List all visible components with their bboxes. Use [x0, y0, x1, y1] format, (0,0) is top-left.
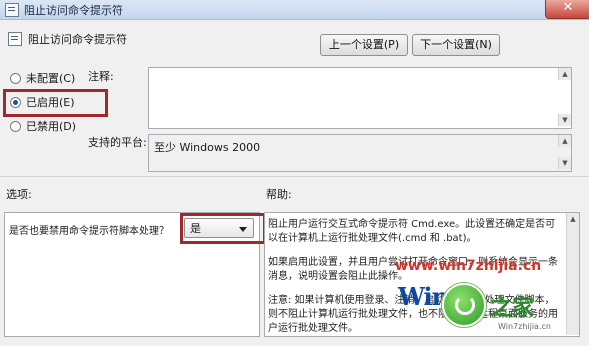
dropdown-value: 是	[190, 222, 201, 235]
help-paragraph: 阻止用户运行交互式命令提示符 Cmd.exe。此设置还确定是否可以在计算机上运行…	[268, 219, 556, 244]
radio-label: 未配置(C)	[26, 72, 76, 85]
help-scrollbar[interactable]	[566, 213, 579, 335]
platform-field: 至少 Windows 2000	[148, 134, 572, 172]
radio-button[interactable]	[10, 96, 21, 108]
policy-icon	[8, 32, 22, 46]
comment-textarea[interactable]	[148, 67, 572, 129]
comment-label: 注释:	[88, 70, 114, 83]
close-button[interactable]: ✕	[545, 0, 589, 19]
setting-title: 阻止访问命令提示符	[28, 33, 127, 46]
radio-enabled[interactable]: 已启用(E)	[10, 94, 75, 110]
chevron-down-icon	[239, 227, 247, 232]
scroll-up-icon[interactable]: ▲	[558, 135, 571, 147]
scroll-down-icon[interactable]: ▼	[558, 114, 571, 126]
script-disable-question: 是否也要禁用命令提示符脚本处理？	[9, 226, 169, 237]
scroll-up-icon[interactable]: ▲	[558, 68, 571, 80]
platform-value: 至少 Windows 2000	[154, 141, 261, 154]
platform-label: 支持的平台:	[88, 136, 147, 149]
help-section-label: 帮助:	[266, 188, 292, 201]
radio-button[interactable]	[10, 120, 21, 132]
next-setting-button[interactable]: 下一个设置(N)	[412, 34, 500, 56]
scroll-down-icon[interactable]: ▼	[558, 157, 571, 169]
radio-button[interactable]	[10, 72, 21, 84]
script-disable-dropdown[interactable]: 是	[184, 218, 254, 238]
title-bar: 阻止访问命令提示符 ✕	[0, 0, 589, 20]
options-section-label: 选项:	[6, 188, 32, 201]
watermark-logo-icon	[442, 283, 486, 327]
divider	[0, 176, 589, 177]
watermark-logo-text-cn: 之家	[490, 296, 535, 321]
watermark-url: www.win7zhijia.cn	[395, 258, 542, 274]
radio-label: 已启用(E)	[26, 96, 75, 109]
radio-disabled[interactable]: 已禁用(D)	[10, 118, 76, 134]
previous-setting-button[interactable]: 上一个设置(P)	[320, 34, 408, 56]
radio-not-configured[interactable]: 未配置(C)	[10, 70, 75, 86]
window-title: 阻止访问命令提示符	[24, 4, 123, 17]
watermark-small-url: Win7zhijia.cn	[498, 322, 551, 331]
radio-label: 已禁用(D)	[26, 120, 77, 133]
policy-icon	[5, 3, 19, 17]
scroll-up-icon[interactable]: ▲	[566, 213, 579, 225]
